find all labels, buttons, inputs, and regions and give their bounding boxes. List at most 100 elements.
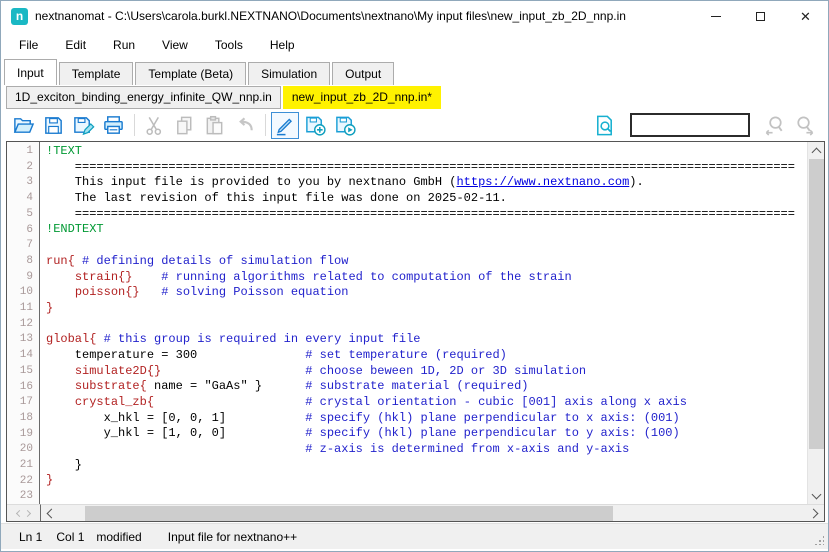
line-number: 5 bbox=[7, 207, 39, 223]
code-line bbox=[46, 317, 807, 333]
toolbar bbox=[1, 110, 828, 140]
find-previous-icon[interactable] bbox=[760, 112, 788, 139]
code-line: temperature = 300 # set temperature (req… bbox=[46, 348, 807, 364]
status-bar: Ln 1 Col 1 modified Input file for nextn… bbox=[1, 523, 828, 549]
save-add-to-batch-icon[interactable] bbox=[301, 112, 329, 139]
line-number: 8 bbox=[7, 254, 39, 270]
code-line: simulate2D{} # choose beween 1D, 2D or 3… bbox=[46, 364, 807, 380]
undo-icon[interactable] bbox=[230, 112, 258, 139]
line-number: 11 bbox=[7, 301, 39, 317]
code-line: ========================================… bbox=[46, 207, 807, 223]
code-line: global{ # this group is required in ever… bbox=[46, 332, 807, 348]
vertical-scroll-thumb[interactable] bbox=[809, 159, 824, 449]
status-modified: modified bbox=[96, 530, 141, 544]
highlight-icon[interactable] bbox=[271, 112, 299, 139]
line-number: 4 bbox=[7, 191, 39, 207]
code-line: # z-axis is determined from x-axis and y… bbox=[46, 442, 807, 458]
file-tab-strip: 1D_exciton_binding_energy_infinite_QW_nn… bbox=[1, 85, 828, 110]
line-number: 22 bbox=[7, 474, 39, 490]
line-number: 14 bbox=[7, 348, 39, 364]
scroll-down-icon[interactable] bbox=[808, 487, 824, 504]
code-line: } bbox=[46, 473, 807, 489]
find-in-file-icon[interactable] bbox=[590, 112, 618, 139]
app-window: n nextnanomat - C:\Users\carola.burkl.NE… bbox=[0, 0, 829, 552]
save-icon[interactable] bbox=[39, 112, 67, 139]
line-number: 20 bbox=[7, 442, 39, 458]
code-line: x_hkl = [0, 0, 1] # specify (hkl) plane … bbox=[46, 411, 807, 427]
line-number: 23 bbox=[7, 489, 39, 504]
find-next-icon[interactable] bbox=[790, 112, 818, 139]
line-number: 15 bbox=[7, 364, 39, 380]
code-line bbox=[46, 238, 807, 254]
maximize-icon[interactable] bbox=[738, 1, 783, 31]
save-and-run-icon[interactable] bbox=[331, 112, 359, 139]
code-line bbox=[46, 489, 807, 504]
file-tab[interactable]: new_input_zb_2D_nnp.in* bbox=[283, 86, 441, 109]
code-line: This input file is provided to you by ne… bbox=[46, 175, 807, 191]
close-icon[interactable]: ✕ bbox=[783, 1, 828, 31]
menu-help[interactable]: Help bbox=[270, 38, 295, 52]
code-line: y_hkl = [1, 0, 0] # specify (hkl) plane … bbox=[46, 426, 807, 442]
menu-edit[interactable]: Edit bbox=[65, 38, 86, 52]
tab-template[interactable]: Template bbox=[59, 62, 134, 85]
line-number: 19 bbox=[7, 427, 39, 443]
line-number: 17 bbox=[7, 395, 39, 411]
copy-icon[interactable] bbox=[170, 112, 198, 139]
code-line: } bbox=[46, 301, 807, 317]
tab-scroll-buttons[interactable] bbox=[7, 504, 41, 521]
main-tab-strip: InputTemplateTemplate (Beta)SimulationOu… bbox=[1, 59, 828, 85]
toolbar-separator bbox=[265, 114, 266, 136]
toolbar-search-group bbox=[590, 110, 820, 140]
app-logo-icon: n bbox=[11, 8, 28, 25]
line-number: 18 bbox=[7, 411, 39, 427]
tab-simulation[interactable]: Simulation bbox=[248, 62, 330, 85]
vertical-scrollbar[interactable] bbox=[807, 142, 824, 504]
menu-file[interactable]: File bbox=[19, 38, 38, 52]
code-line: substrate{ name = "GaAs" } # substrate m… bbox=[46, 379, 807, 395]
scroll-left-icon[interactable] bbox=[41, 505, 58, 521]
tab-output[interactable]: Output bbox=[332, 62, 394, 85]
line-number: 7 bbox=[7, 238, 39, 254]
line-number: 10 bbox=[7, 285, 39, 301]
paste-icon[interactable] bbox=[200, 112, 228, 139]
menu-bar: File Edit Run View Tools Help bbox=[1, 31, 828, 58]
menu-tools[interactable]: Tools bbox=[215, 38, 243, 52]
scroll-right-icon[interactable] bbox=[807, 505, 824, 521]
file-tab[interactable]: 1D_exciton_binding_energy_infinite_QW_nn… bbox=[6, 86, 281, 109]
menu-view[interactable]: View bbox=[162, 38, 188, 52]
code-text-area[interactable]: !TEXT ==================================… bbox=[40, 142, 807, 504]
code-line: !TEXT bbox=[46, 144, 807, 160]
tab-template-beta-[interactable]: Template (Beta) bbox=[135, 62, 246, 85]
line-number-gutter: 1234567891011121314151617181920212223 bbox=[7, 142, 40, 504]
horizontal-scrollbar[interactable] bbox=[41, 504, 824, 521]
line-number: 1 bbox=[7, 144, 39, 160]
line-number: 16 bbox=[7, 380, 39, 396]
status-line: Ln 1 bbox=[19, 530, 42, 544]
minimize-icon[interactable] bbox=[693, 1, 738, 31]
hyperlink[interactable]: https://www.nextnano.com bbox=[456, 175, 629, 189]
scroll-up-icon[interactable] bbox=[808, 142, 824, 159]
line-number: 12 bbox=[7, 317, 39, 333]
code-line: run{ # defining details of simulation fl… bbox=[46, 254, 807, 270]
cut-icon[interactable] bbox=[140, 112, 168, 139]
open-file-icon[interactable] bbox=[9, 112, 37, 139]
line-number: 2 bbox=[7, 160, 39, 176]
window-controls: ✕ bbox=[693, 1, 828, 31]
menu-run[interactable]: Run bbox=[113, 38, 135, 52]
line-number: 9 bbox=[7, 270, 39, 286]
search-input[interactable] bbox=[630, 113, 750, 137]
code-line: } bbox=[46, 458, 807, 474]
horizontal-scroll-thumb[interactable] bbox=[85, 506, 613, 521]
code-line: poisson{} # solving Poisson equation bbox=[46, 285, 807, 301]
code-editor: 1234567891011121314151617181920212223 !T… bbox=[6, 141, 825, 522]
print-icon[interactable] bbox=[99, 112, 127, 139]
line-number: 21 bbox=[7, 458, 39, 474]
tab-input[interactable]: Input bbox=[4, 59, 57, 85]
resize-grip-icon[interactable] bbox=[814, 535, 824, 545]
line-number: 3 bbox=[7, 175, 39, 191]
status-file-type: Input file for nextnano++ bbox=[168, 530, 297, 544]
save-as-icon[interactable] bbox=[69, 112, 97, 139]
title-bar: n nextnanomat - C:\Users\carola.burkl.NE… bbox=[1, 1, 828, 31]
line-number: 13 bbox=[7, 332, 39, 348]
code-line: The last revision of this input file was… bbox=[46, 191, 807, 207]
